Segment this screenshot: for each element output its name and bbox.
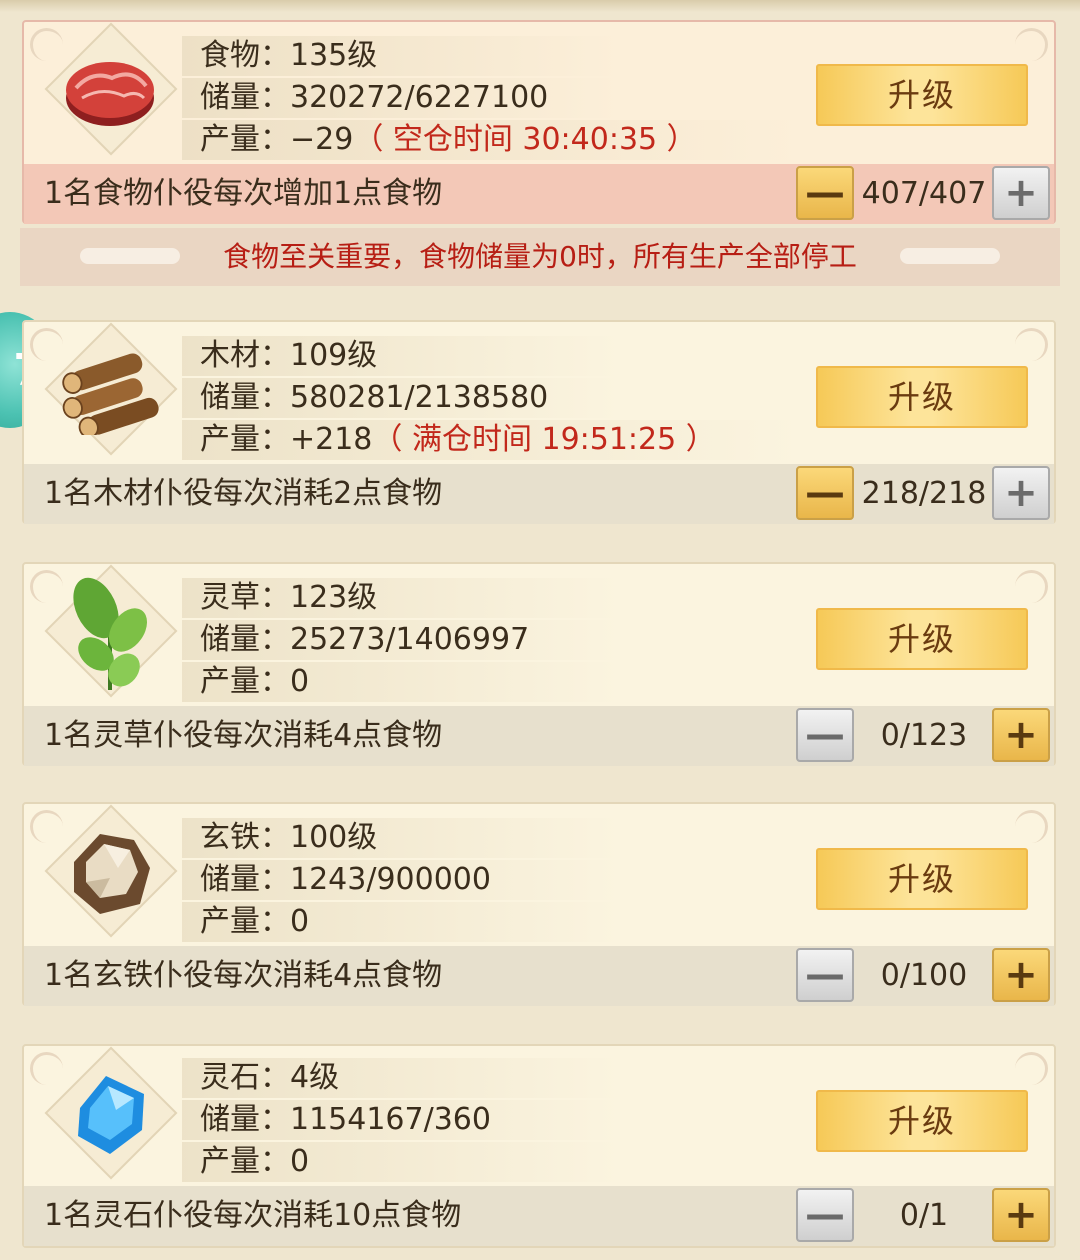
decrease-workers-button[interactable]: — (796, 708, 854, 762)
upgrade-button[interactable]: 升级 (816, 1090, 1028, 1152)
worker-bar: 1名灵石仆役每次消耗10点食物 — 0/1 + (24, 1186, 1054, 1246)
resource-level: 灵草：123级 (182, 578, 620, 618)
worker-bar: 1名木材仆役每次消耗2点食物 — 218/218 + (24, 464, 1054, 524)
resource-card-wood: 木材：109级 储量：580281/2138580 产量：+218（ 满仓时间 … (22, 320, 1056, 524)
food-warning-banner: 食物至关重要，食物储量为0时，所有生产全部停工 (20, 228, 1060, 286)
resource-output: 产量：−29（ 空仓时间 30:40:35 ） (182, 120, 800, 160)
resource-level: 玄铁：100级 (182, 818, 620, 858)
resource-level: 木材：109级 (182, 336, 620, 376)
meat-icon (60, 40, 160, 140)
worker-count: 218/218 (861, 476, 987, 511)
resource-output: 产量：+218（ 满仓时间 19:51:25 ） (182, 420, 800, 460)
resource-card-herb: 灵草：123级 储量：25273/1406997 产量：0 升级 1名灵草仆役每… (22, 562, 1056, 766)
worker-bar: 1名食物仆役每次增加1点食物 — 407/407 + (24, 164, 1054, 224)
resource-storage: 储量：320272/6227100 (182, 78, 620, 118)
worker-description: 1名灵石仆役每次消耗10点食物 (44, 1198, 462, 1233)
resource-level: 食物：135级 (182, 36, 620, 76)
resource-storage: 储量：1243/900000 (182, 860, 620, 900)
resource-output: 产量：0 (182, 1142, 620, 1182)
upgrade-button[interactable]: 升级 (816, 608, 1028, 670)
decorative-cloud (80, 248, 180, 264)
decrease-workers-button[interactable]: — (796, 466, 854, 520)
resource-level: 灵石：4级 (182, 1058, 620, 1098)
increase-workers-button[interactable]: + (992, 708, 1050, 762)
full-time-note: （ 满仓时间 19:51:25 ） (372, 422, 716, 457)
worker-description: 1名玄铁仆役每次消耗4点食物 (44, 958, 443, 993)
wood-logs-icon (60, 340, 160, 440)
empty-time-note: （ 空仓时间 30:40:35 ） (353, 122, 697, 157)
resource-card-spirit-stone: 灵石：4级 储量：1154167/360 产量：0 升级 1名灵石仆役每次消耗1… (22, 1044, 1056, 1248)
resource-storage: 储量：580281/2138580 (182, 378, 620, 418)
spirit-stone-icon (60, 1064, 160, 1164)
worker-count: 0/100 (880, 958, 968, 993)
worker-bar: 1名灵草仆役每次消耗4点食物 — 0/123 + (24, 706, 1054, 766)
worker-description: 1名木材仆役每次消耗2点食物 (44, 476, 443, 511)
resource-output: 产量：0 (182, 902, 620, 942)
upgrade-button[interactable]: 升级 (816, 848, 1028, 910)
upgrade-button[interactable]: 升级 (816, 366, 1028, 428)
worker-count: 0/1 (899, 1198, 949, 1233)
herb-icon (60, 577, 160, 690)
increase-workers-button[interactable]: + (992, 166, 1050, 220)
resource-card-iron: 玄铁：100级 储量：1243/900000 产量：0 升级 1名玄铁仆役每次消… (22, 802, 1056, 1006)
worker-description: 1名灵草仆役每次消耗4点食物 (44, 718, 443, 753)
resource-card-food: 食物：135级 储量：320272/6227100 产量：−29（ 空仓时间 3… (22, 20, 1056, 224)
increase-workers-button[interactable]: + (992, 948, 1050, 1002)
food-warning-text: 食物至关重要，食物储量为0时，所有生产全部停工 (223, 240, 857, 273)
resource-storage: 储量：25273/1406997 (182, 620, 620, 660)
resource-output: 产量：0 (182, 662, 620, 702)
resource-storage: 储量：1154167/360 (182, 1100, 620, 1140)
top-strip (0, 0, 1080, 12)
decrease-workers-button[interactable]: — (796, 166, 854, 220)
upgrade-button[interactable]: 升级 (816, 64, 1028, 126)
iron-ore-icon (60, 822, 160, 922)
decrease-workers-button[interactable]: — (796, 1188, 854, 1242)
worker-count: 407/407 (861, 176, 987, 211)
worker-count: 0/123 (880, 718, 968, 753)
increase-workers-button[interactable]: + (992, 1188, 1050, 1242)
decorative-cloud (900, 248, 1000, 264)
increase-workers-button[interactable]: + (992, 466, 1050, 520)
worker-bar: 1名玄铁仆役每次消耗4点食物 — 0/100 + (24, 946, 1054, 1006)
decrease-workers-button[interactable]: — (796, 948, 854, 1002)
worker-description: 1名食物仆役每次增加1点食物 (44, 176, 443, 211)
